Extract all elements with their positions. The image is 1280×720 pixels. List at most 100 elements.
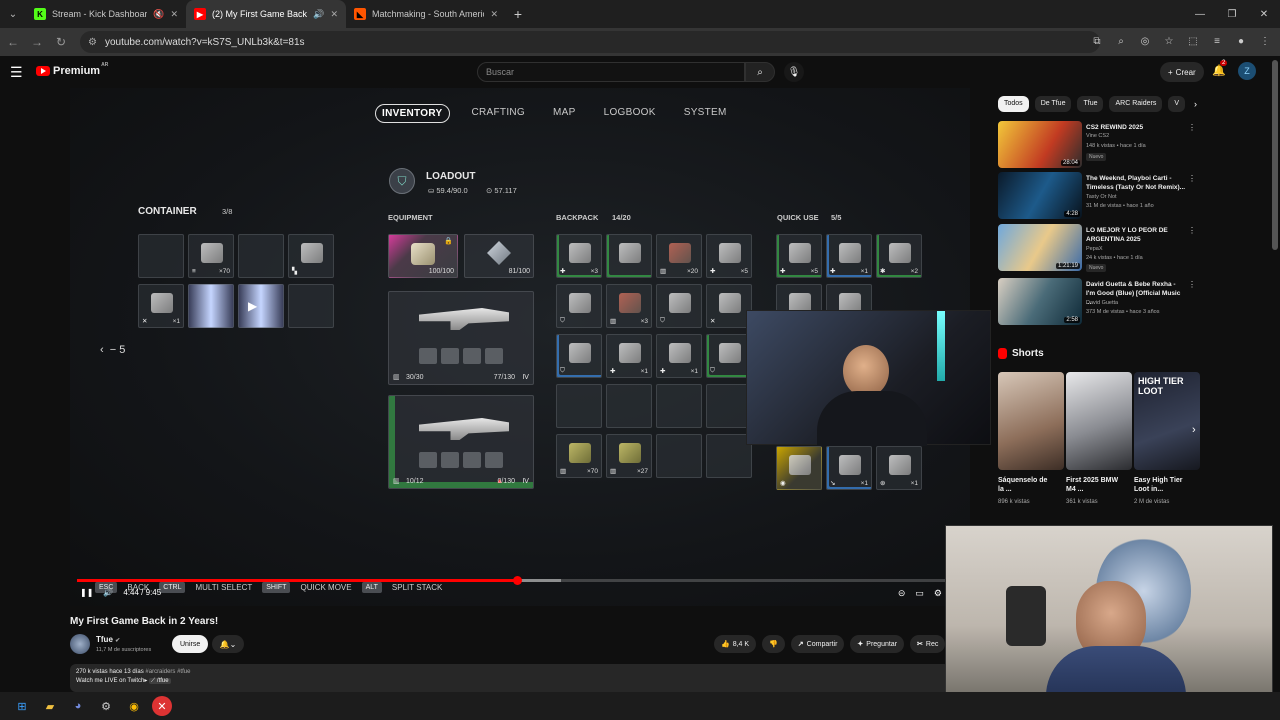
page-indicator[interactable]: ‹ − 5 xyxy=(100,344,125,356)
container-slot[interactable]: ▚ xyxy=(288,234,334,278)
shorts-next-icon[interactable]: › xyxy=(1192,424,1196,436)
backpack-slot[interactable]: ×20 ▥ xyxy=(656,234,702,278)
notifications-icon[interactable]: 🔔 2 xyxy=(1212,60,1228,77)
backpack-slot[interactable]: ×1 ✚ xyxy=(606,334,652,378)
backpack-slot[interactable]: ×3 ✚ xyxy=(556,234,602,278)
audio-icon[interactable]: 🔊 xyxy=(313,9,324,20)
steam-icon[interactable]: ⚙ xyxy=(96,696,116,716)
subscribed-bell-button[interactable]: 🔔 ⌄ xyxy=(212,635,244,653)
container-slot[interactable]: ▶ xyxy=(238,284,284,328)
short-thumbnail[interactable] xyxy=(1066,372,1132,470)
profile-icon[interactable]: ● xyxy=(1232,32,1250,50)
app-close-icon[interactable]: ✕ xyxy=(152,696,172,716)
tab-matchmaking[interactable]: ◣ Matchmaking - South America ✕ xyxy=(346,0,506,28)
close-window-icon[interactable]: ✕ xyxy=(1248,0,1280,28)
channel-name[interactable]: David Guetta xyxy=(1086,300,1118,306)
account-avatar[interactable]: Z xyxy=(1238,62,1256,80)
new-tab-button[interactable]: + xyxy=(506,2,530,26)
forward-icon[interactable]: → xyxy=(26,31,48,53)
backpack-slot[interactable]: ⛉ xyxy=(556,284,602,328)
tab-kick[interactable]: K Stream - Kick Dashboard 🔇 ✕ xyxy=(26,0,186,28)
attachment-slot[interactable] xyxy=(441,452,459,468)
chip-tfue[interactable]: Tfue xyxy=(1077,96,1104,112)
more-options-icon[interactable]: ⋮ xyxy=(1188,123,1196,132)
weapon-slot-1[interactable]: ▥ 30/30 77/130 Ⅳ xyxy=(388,291,534,385)
file-explorer-icon[interactable]: ▰ xyxy=(40,696,60,716)
quickuse-slot[interactable]: ◉ xyxy=(776,446,822,490)
chip-arc-raiders[interactable]: ARC Raiders xyxy=(1109,96,1163,112)
clip-button[interactable]: ✂ Rec xyxy=(910,635,946,653)
shield-slot[interactable]: 100/100 🔒 xyxy=(388,234,458,278)
recommended-video[interactable]: 28:04 CS2 REWIND 2025 Vine CS2 148 k vis… xyxy=(998,121,1198,169)
mic-icon[interactable]: 🎙 xyxy=(784,62,804,82)
quickuse-slot[interactable]: ×5 ✚ xyxy=(776,234,822,278)
attachment-slot[interactable] xyxy=(463,452,481,468)
more-options-icon[interactable]: ⋮ xyxy=(1188,174,1196,183)
backpack-slot[interactable] xyxy=(656,384,702,428)
chip-de-tfue[interactable]: De Tfue xyxy=(1034,96,1072,112)
short-title[interactable]: First 2025 BMW M4 ... xyxy=(1066,476,1122,494)
quickuse-slot[interactable]: ×1 ↘ xyxy=(826,446,872,490)
media-icon[interactable]: ≡ xyxy=(1208,32,1226,50)
prev-page-icon[interactable]: ‹ xyxy=(100,344,104,356)
backpack-slot[interactable] xyxy=(606,234,652,278)
backpack-slot[interactable]: ×1 ✚ xyxy=(656,334,702,378)
chevron-right-icon[interactable]: › xyxy=(1191,96,1200,112)
mute-icon[interactable]: 🔇 xyxy=(153,9,164,20)
site-info-icon[interactable]: ⚙ xyxy=(88,37,97,48)
attachment-slot[interactable] xyxy=(419,348,437,364)
windows-start-icon[interactable]: ⊞ xyxy=(12,696,32,716)
bookmark-star-icon[interactable]: ☆ xyxy=(1160,32,1178,50)
video-player[interactable]: INVENTORY CRAFTING MAP LOGBOOK SYSTEM ⛉ … xyxy=(70,88,991,606)
description-box[interactable]: 270 k vistas hace 13 días #arcraiders #t… xyxy=(70,664,950,692)
chip-todos[interactable]: Todos xyxy=(998,96,1029,112)
quickuse-slot[interactable]: ×1 ✚ xyxy=(826,234,872,278)
backpack-slot[interactable]: ×70 ▥ xyxy=(556,434,602,478)
create-button[interactable]: + Crear xyxy=(1160,62,1204,82)
tab-youtube[interactable]: ▶ (2) My First Game Back in 2 🔊 ✕ xyxy=(186,0,346,28)
more-options-icon[interactable]: ⋮ xyxy=(1188,226,1196,235)
more-options-icon[interactable]: ⋮ xyxy=(1188,280,1196,289)
backpack-slot[interactable]: ×5 ✚ xyxy=(706,234,752,278)
attachment-slot[interactable] xyxy=(441,348,459,364)
close-tab-icon[interactable]: ✕ xyxy=(170,9,178,20)
twitch-link[interactable]: ⟋ /tfue xyxy=(149,678,171,684)
like-button[interactable]: 👍 8,4 K xyxy=(714,635,757,653)
container-slot[interactable]: ×70 ≡ xyxy=(188,234,234,278)
short-title[interactable]: Easy High Tier Loot in... xyxy=(1134,476,1190,494)
channel-avatar[interactable] xyxy=(70,634,90,654)
chrome-icon[interactable]: ◉ xyxy=(124,696,144,716)
container-slot[interactable] xyxy=(188,284,234,328)
reload-icon[interactable]: ↻ xyxy=(50,31,72,53)
video-title[interactable]: CS2 REWIND 2025 xyxy=(1086,123,1186,132)
volume-icon[interactable]: 🔊 xyxy=(103,588,113,597)
page-scrollbar[interactable] xyxy=(1272,60,1278,250)
short-thumbnail[interactable] xyxy=(998,372,1064,470)
attachment-slot[interactable] xyxy=(419,452,437,468)
cast-icon[interactable]: ⧉ xyxy=(1088,32,1106,50)
video-thumbnail[interactable]: 1:21:19 xyxy=(998,224,1082,271)
close-tab-icon[interactable]: ✕ xyxy=(330,9,338,20)
autoplay-toggle[interactable]: ⊝ xyxy=(898,588,906,599)
settings-icon[interactable]: ⚙ xyxy=(934,588,942,599)
description-tags[interactable]: #arcraiders #tfue xyxy=(145,669,190,675)
recommended-video[interactable]: 4:28 The Weeknd, Playboi Carti - Timeles… xyxy=(998,172,1198,220)
search-input[interactable]: Buscar xyxy=(477,62,745,82)
backpack-slot[interactable]: ×27 ▥ xyxy=(606,434,652,478)
youtube-logo[interactable]: Premium AR xyxy=(36,62,108,77)
backpack-slot[interactable] xyxy=(656,434,702,478)
video-title[interactable]: LO MEJOR Y LO PEOR DE ARGENTINA 2025 xyxy=(1086,226,1186,244)
channel-name[interactable]: Tasty Or Not xyxy=(1086,194,1117,200)
container-slot[interactable] xyxy=(138,234,184,278)
maximize-icon[interactable]: ❐ xyxy=(1216,0,1248,28)
progress-bar[interactable] xyxy=(77,576,957,585)
attachment-slot[interactable] xyxy=(485,452,503,468)
weapon-slot-2[interactable]: ▥ 10/12 ▲ 0/130 Ⅳ xyxy=(388,395,534,489)
hamburger-icon[interactable]: ☰ xyxy=(10,64,23,81)
zoom-icon[interactable]: ⌕ xyxy=(1112,32,1130,50)
backpack-slot[interactable]: ⛉ xyxy=(656,284,702,328)
container-slot[interactable]: ×1 ✕ xyxy=(138,284,184,328)
search-icon[interactable]: ⌕ xyxy=(745,62,775,82)
backpack-slot[interactable]: ×3 ▥ xyxy=(606,284,652,328)
close-tab-icon[interactable]: ✕ xyxy=(490,9,498,20)
